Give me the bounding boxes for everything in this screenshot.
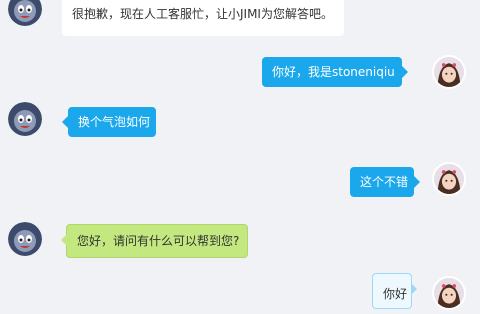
bot-avatar: [8, 0, 42, 26]
user-avatar: [432, 276, 466, 310]
message-bubble-text: 您好，请问有什么可以帮到您?: [61, 224, 248, 258]
user-avatar: [432, 162, 466, 196]
chat-message-list[interactable]: 很抱歉，现在人工客服忙，让小JIMI为您解答吧。 你好，我是stoneniqiu…: [0, 0, 480, 310]
message-bubble-text: 换个气泡如何: [62, 107, 156, 137]
user-avatar: [432, 55, 466, 89]
message-bubble-text: 很抱歉，现在人工客服忙，让小JIMI为您解答吧。: [62, 0, 344, 36]
message-bubble-text: 你好，我是stoneniqiu: [262, 57, 408, 87]
message-bubble-text: 这个不错: [350, 167, 420, 197]
bot-avatar: [8, 102, 42, 136]
message-bubble-text: 你好: [372, 273, 417, 309]
bot-avatar: [8, 222, 42, 256]
